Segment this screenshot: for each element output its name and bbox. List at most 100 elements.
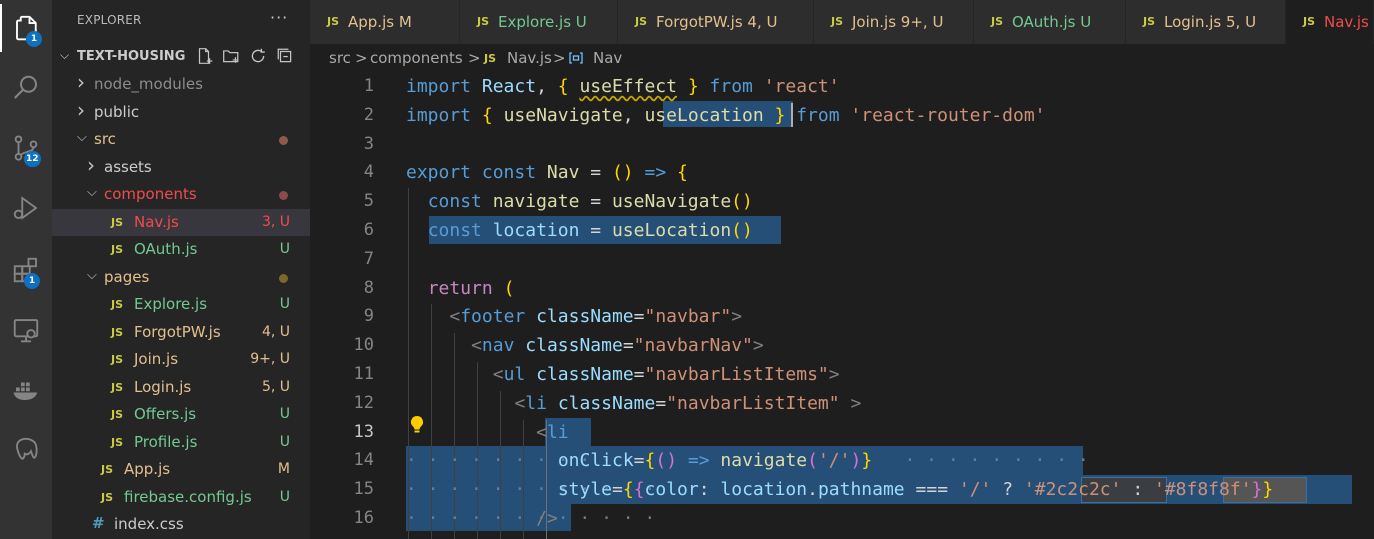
tab-login-js[interactable]: JS Login.js 5, U [1126, 0, 1286, 44]
search-activity[interactable] [0, 64, 52, 112]
code-line[interactable]: onClick={() => navigate('/')} [406, 446, 872, 475]
code-line[interactable]: <ul className="navbarListItems"> [406, 360, 840, 389]
js-file-icon: JS [1303, 15, 1316, 28]
tree-item[interactable]: JS App.js M [52, 456, 310, 483]
chevron-down-icon: ⌵ [87, 267, 97, 283]
line-number: 4 [363, 162, 374, 183]
tree-item[interactable]: › assets [52, 152, 310, 181]
tree-item-label: Login.js [134, 377, 192, 396]
modified-dot [279, 136, 288, 145]
git-status-badge: 9+, U [250, 351, 290, 367]
remote-explorer-activity[interactable] [0, 306, 52, 354]
tree-item[interactable]: › node_modules [52, 70, 310, 98]
code-line[interactable]: return ( [406, 274, 515, 303]
project-section-header[interactable]: ⌵ TEXT-HOUSING [52, 44, 310, 70]
code-line[interactable]: <nav className="navbarNav"> [406, 331, 764, 360]
code-line[interactable]: /> [406, 504, 558, 533]
tree-item[interactable]: JS ForgotPW.js 4, U [52, 319, 310, 346]
code-line[interactable]: style={{color: location.pathname === '/'… [406, 475, 1273, 504]
tree-item[interactable]: JS Nav.js 3, U [52, 208, 310, 236]
tree-item-label: pages [104, 267, 150, 286]
js-file-icon: JS [111, 435, 124, 449]
js-file-icon: JS [635, 15, 648, 28]
code-line[interactable]: const navigate = useNavigate() [406, 187, 753, 216]
postgres-activity[interactable] [0, 426, 52, 474]
tree-item[interactable]: › public [52, 98, 310, 126]
explorer-sidebar: EXPLORER ··· ⌵ TEXT-HOUSING › node_module… [52, 0, 310, 539]
git-status-badge: U [279, 406, 290, 422]
tree-item[interactable]: ⌵ components [52, 181, 310, 208]
breadcrumb-components[interactable]: components [370, 49, 463, 67]
docker-activity[interactable] [0, 366, 52, 414]
tree-item[interactable]: JS Explore.js U [52, 291, 310, 318]
tab-app-js[interactable]: JS App.js M [310, 0, 460, 44]
js-file-icon: JS [111, 325, 124, 339]
code-line[interactable]: <li className="navbarListItem" > [406, 389, 861, 418]
chevron-down-icon: ⌵ [87, 185, 97, 200]
modified-dot [279, 273, 288, 283]
code-line[interactable]: export const Nav = () => { [406, 158, 688, 187]
source-control-activity[interactable]: 12 [0, 124, 52, 172]
tree-item[interactable]: ⌵ src [52, 126, 310, 153]
js-file-icon: JS [991, 15, 1004, 28]
js-file-icon: JS [111, 243, 124, 256]
more-actions-button[interactable]: ··· [270, 8, 288, 27]
breadcrumb-separator: > [468, 49, 481, 67]
tab-explore-js[interactable]: JS Explore.js U [460, 0, 618, 44]
breadcrumb-src[interactable]: src [329, 49, 351, 67]
breadcrumb: src > components > JS Nav.js > Nav [310, 44, 1374, 72]
line-number: 6 [363, 220, 374, 240]
tree-item-label: OAuth.js [134, 240, 198, 258]
tree-item[interactable]: JS Join.js 9+, U [52, 346, 310, 373]
docker-icon [13, 382, 38, 400]
new-file-icon[interactable] [195, 47, 213, 65]
tree-item-label: public [94, 102, 140, 121]
git-status-badge: M [277, 461, 290, 477]
chevron-down-icon: ⌵ [60, 48, 70, 62]
breadcrumb-symbol[interactable]: Nav [593, 49, 622, 67]
js-file-icon: JS [484, 52, 497, 65]
explorer-activity[interactable]: 1 [0, 4, 52, 52]
tree-item[interactable]: JS Profile.js U [52, 429, 310, 456]
tree-item-label: assets [104, 157, 152, 176]
tree-item[interactable]: ⌵ pages [52, 264, 310, 291]
refresh-icon[interactable] [249, 47, 267, 65]
collapse-all-icon[interactable] [276, 47, 294, 65]
editor-tab-bar: JS App.js M JS Explore.js U JS ForgotPW.js 4,… [310, 0, 1374, 44]
tab-oauth-js[interactable]: JS OAuth.js U [974, 0, 1126, 44]
tree-item[interactable]: JS firebase.config.js U [52, 484, 310, 511]
tab-forgotpw-js[interactable]: JS ForgotPW.js 4, U [618, 0, 814, 44]
code-line[interactable]: import { useNavigate, useLocation } from… [406, 101, 1046, 130]
new-folder-icon[interactable] [222, 47, 240, 65]
extensions-activity[interactable]: 1 [0, 246, 52, 294]
activity-bar: 1 12 1 [0, 0, 52, 539]
git-status-badge: 3, U [261, 213, 290, 230]
breadcrumb-file[interactable]: Nav.js [507, 49, 552, 67]
lightbulb-icon[interactable] [408, 415, 426, 435]
code-line[interactable]: const location = useLocation() [406, 216, 753, 245]
git-status-badge: 5, U [261, 378, 290, 395]
tree-item-label: ForgotPW.js [134, 322, 221, 341]
tree-item-label: Nav.js [134, 212, 179, 231]
chevron-right-icon: › [77, 70, 85, 94]
tab-join-js[interactable]: JS Join.js 9+, U [814, 0, 974, 44]
run-debug-activity[interactable] [0, 184, 52, 232]
line-number: 1 [363, 76, 374, 96]
chevron-right-icon: › [87, 152, 95, 177]
project-name: TEXT-HOUSING [77, 49, 186, 64]
explorer-badge: 1 [26, 31, 42, 47]
tree-item[interactable]: JS Offers.js U [52, 401, 310, 428]
tree-item[interactable]: # index.css [52, 511, 310, 538]
tree-item[interactable]: JS OAuth.js U [52, 236, 310, 263]
code-editor[interactable]: · · · · · · · · · · · · · · · · · · · · … [310, 72, 1374, 539]
code-line[interactable]: <footer className="navbar"> [406, 302, 742, 331]
breadcrumb-separator: > [553, 49, 566, 67]
code-line[interactable]: <li [406, 418, 569, 447]
line-number: 13 [353, 421, 374, 442]
tree-item[interactable]: JS Login.js 5, U [52, 374, 310, 401]
tab-nav-js[interactable]: JS Nav.js [1286, 0, 1374, 44]
js-file-icon: JS [101, 490, 114, 504]
code-line[interactable]: import React, { useEffect } from 'react' [406, 72, 840, 101]
remote-explorer-icon [13, 319, 39, 343]
tree-item-label: index.css [114, 515, 184, 533]
